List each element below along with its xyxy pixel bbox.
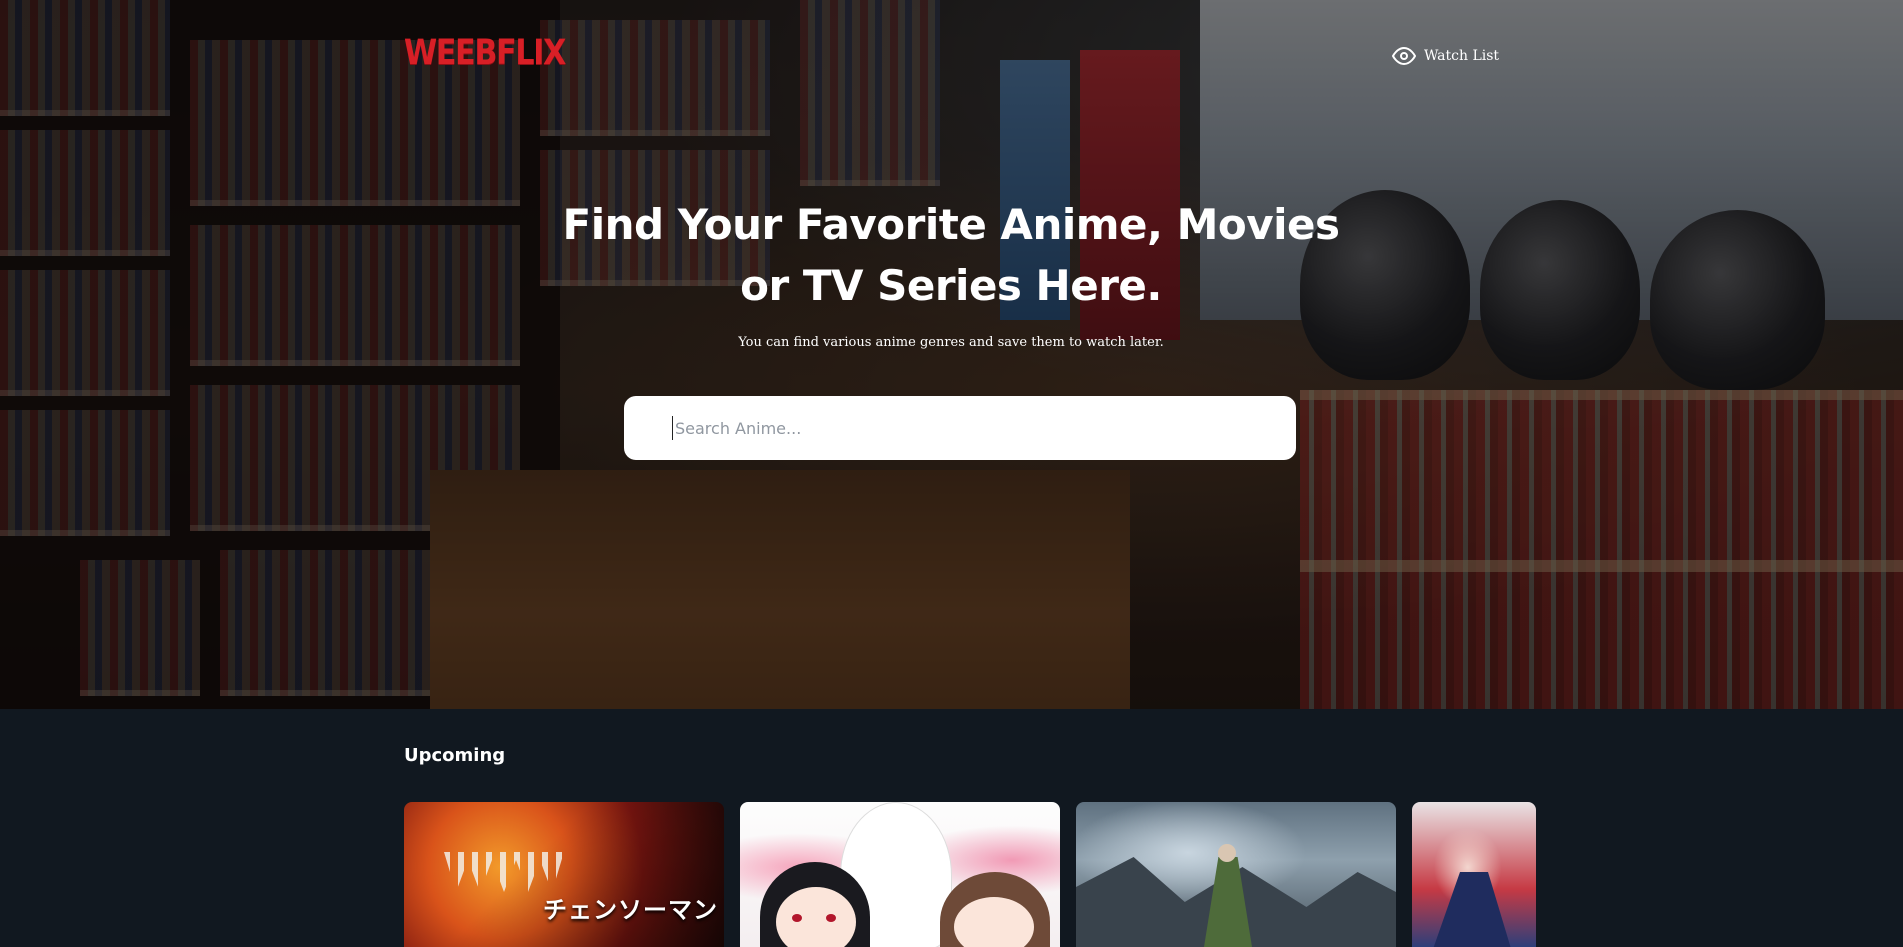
eye-icon bbox=[1392, 44, 1416, 68]
card-artwork bbox=[792, 914, 802, 922]
upcoming-card[interactable] bbox=[740, 802, 1060, 947]
hero-banner: WEEBFLIX Watch List Find Your Favorite A… bbox=[0, 0, 1903, 709]
weebflix-logo[interactable]: WEEBFLIX bbox=[404, 31, 566, 75]
hero-headline-line-2: or TV Series Here. bbox=[740, 261, 1162, 310]
upcoming-card[interactable] bbox=[1076, 802, 1396, 947]
upcoming-card[interactable] bbox=[1412, 802, 1536, 947]
card-artwork bbox=[1218, 844, 1236, 862]
hero-dark-overlay bbox=[0, 0, 1903, 709]
card-artwork bbox=[826, 914, 836, 922]
watch-list-link[interactable]: Watch List bbox=[1392, 44, 1499, 68]
hero-subtitle: You can find various anime genres and sa… bbox=[738, 335, 1164, 350]
search-input[interactable] bbox=[672, 416, 1272, 440]
card-artwork bbox=[444, 852, 564, 892]
hero-headline-line-1: Find Your Favorite Anime, Movies bbox=[562, 200, 1340, 249]
page: WEEBFLIX Watch List Find Your Favorite A… bbox=[0, 0, 1903, 947]
card-artwork-title: チェンソーマン bbox=[543, 896, 718, 924]
upcoming-section-title: Upcoming bbox=[404, 745, 506, 766]
card-artwork bbox=[1432, 872, 1512, 947]
search-box bbox=[624, 396, 1296, 460]
watch-list-label: Watch List bbox=[1424, 48, 1500, 64]
hero-headline: Find Your Favorite Anime, Movies or TV S… bbox=[551, 194, 1351, 316]
upcoming-card[interactable]: チェンソーマン bbox=[404, 802, 724, 947]
